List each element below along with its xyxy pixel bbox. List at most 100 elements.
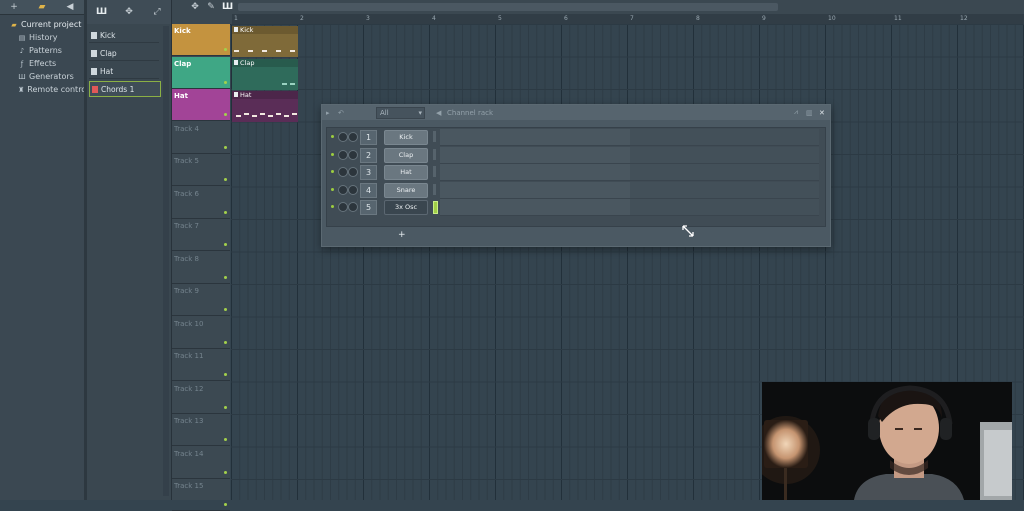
piano-icon[interactable]: Ш xyxy=(96,7,107,17)
channel-button[interactable]: Snare xyxy=(384,182,428,198)
step-sequencer[interactable] xyxy=(440,146,819,164)
track-mute-led[interactable] xyxy=(224,275,227,279)
track-mute-led[interactable] xyxy=(224,308,227,311)
track-mute-led[interactable] xyxy=(224,113,227,116)
horizontal-scrollbar[interactable] xyxy=(238,3,778,11)
undo-icon[interactable]: ↶ xyxy=(338,109,344,117)
plus-icon[interactable]: + xyxy=(9,2,19,12)
track-header[interactable]: Hat xyxy=(172,89,230,121)
track-mute-led[interactable] xyxy=(224,178,227,181)
track-header[interactable]: Track 8 xyxy=(172,252,230,284)
track-header[interactable]: Clap xyxy=(172,56,230,89)
volume-knob[interactable] xyxy=(348,132,358,142)
track-mute-led[interactable] xyxy=(224,373,227,376)
pan-knob[interactable] xyxy=(338,184,348,195)
move-icon[interactable]: ✥ xyxy=(124,7,134,17)
track-mute-led[interactable] xyxy=(224,145,227,149)
volume-knob[interactable] xyxy=(348,167,358,177)
mixer-track-number[interactable]: 4 xyxy=(360,182,377,198)
browser-item-remote-control[interactable]: ♜ Remote control xyxy=(0,83,88,96)
pattern-clip[interactable]: Hat xyxy=(232,91,298,122)
mixer-track-number[interactable]: 1 xyxy=(360,130,377,145)
pattern-clip[interactable]: Kick xyxy=(232,26,298,57)
channel-select-bar[interactable] xyxy=(433,201,438,214)
channel-select-bar[interactable] xyxy=(433,148,436,160)
graph-icon[interactable]: ⩘ xyxy=(794,108,798,117)
browser-item-patterns[interactable]: ♪ Patterns xyxy=(0,44,84,57)
filter-select[interactable]: All ▾ xyxy=(376,107,425,119)
mouse-cursor xyxy=(682,225,694,237)
channel-select-bar[interactable] xyxy=(433,183,436,195)
track-header[interactable]: Track 7 xyxy=(172,219,230,251)
track-mute-led[interactable] xyxy=(224,243,227,246)
volume-knob[interactable] xyxy=(348,184,358,195)
channel-button[interactable]: Kick xyxy=(384,130,428,145)
speaker-icon[interactable]: ◀ xyxy=(65,2,75,12)
volume-knob[interactable] xyxy=(348,202,358,212)
track-mute-led[interactable] xyxy=(224,503,227,506)
mixer-track-number[interactable]: 5 xyxy=(360,200,377,215)
browser-item-effects[interactable]: ƒ Effects xyxy=(0,57,84,70)
channel-select-bar[interactable] xyxy=(433,131,436,142)
channel-mute-led[interactable] xyxy=(331,187,334,191)
track-mute-led[interactable] xyxy=(224,405,227,409)
pan-knob[interactable] xyxy=(338,167,348,177)
bars-icon[interactable]: ▥ xyxy=(806,109,813,117)
pencil-icon[interactable]: ✎ xyxy=(206,2,216,12)
arrows-icon[interactable]: ✥ xyxy=(190,2,200,12)
step-sequencer[interactable] xyxy=(440,199,819,216)
pattern-item[interactable]: Clap xyxy=(89,46,159,61)
timeline[interactable]: 1 2 3 4 5 6 7 8 9 10 11 12 xyxy=(232,14,1024,24)
close-icon[interactable]: ✕ xyxy=(819,109,825,117)
mixer-track-number[interactable]: 2 xyxy=(360,147,377,163)
track-header[interactable]: Track 10 xyxy=(172,317,230,349)
track-mute-led[interactable] xyxy=(224,470,227,474)
add-channel-button[interactable]: + xyxy=(398,230,406,240)
track-header[interactable]: Kick xyxy=(172,24,230,56)
channel-rack-titlebar[interactable]: ▸ ↶ All ▾ ◀ Channel rack ⩘ ▥ ✕ xyxy=(322,105,830,120)
piano-icon[interactable]: Ш xyxy=(222,2,233,12)
pattern-item[interactable]: Hat xyxy=(89,64,159,79)
channel-mute-led[interactable] xyxy=(331,170,334,173)
track-mute-led[interactable] xyxy=(224,48,227,51)
channel-button[interactable]: 3x Osc xyxy=(384,200,428,215)
track-header[interactable]: Track 4 xyxy=(172,122,230,154)
track-header[interactable]: Track 6 xyxy=(172,187,230,219)
mixer-track-number[interactable]: 3 xyxy=(360,165,377,180)
step-sequencer[interactable] xyxy=(440,129,819,146)
pan-knob[interactable] xyxy=(338,202,348,212)
pattern-item[interactable]: Kick xyxy=(89,28,159,43)
channel-select-bar[interactable] xyxy=(433,166,436,177)
volume-knob[interactable] xyxy=(348,149,358,160)
picker-scrollbar[interactable] xyxy=(163,26,169,496)
step-sequencer[interactable] xyxy=(440,164,819,181)
track-header[interactable]: Track 12 xyxy=(172,382,230,414)
browser-item-history[interactable]: ▤ History xyxy=(0,31,84,44)
track-mute-led[interactable] xyxy=(224,340,227,344)
channel-button[interactable]: Clap xyxy=(384,147,428,163)
browser-item-generators[interactable]: Ш Generators xyxy=(0,70,84,83)
menu-arrow-icon[interactable]: ▸ xyxy=(326,109,330,117)
track-mute-led[interactable] xyxy=(224,80,227,84)
folder-icon[interactable]: ▰ xyxy=(37,2,47,12)
pattern-clip[interactable]: Clap xyxy=(232,58,298,90)
track-header[interactable]: Track 15 xyxy=(172,479,230,511)
channel-mute-led[interactable] xyxy=(331,135,334,138)
step-sequencer[interactable] xyxy=(440,181,819,199)
pattern-item[interactable]: Chords 1 xyxy=(89,81,161,97)
track-header[interactable]: Track 11 xyxy=(172,349,230,381)
browser-item-label: Effects xyxy=(29,59,57,68)
track-header[interactable]: Track 13 xyxy=(172,414,230,446)
resize-icon[interactable]: ⤢ xyxy=(152,7,162,17)
browser-item-current-project[interactable]: ▰ Current project xyxy=(0,18,84,31)
pan-knob[interactable] xyxy=(338,149,348,160)
track-header[interactable]: Track 14 xyxy=(172,447,230,479)
track-mute-led[interactable] xyxy=(224,210,227,214)
pan-knob[interactable] xyxy=(338,132,348,142)
track-header[interactable]: Track 5 xyxy=(172,154,230,186)
track-mute-led[interactable] xyxy=(224,438,227,441)
channel-mute-led[interactable] xyxy=(331,152,334,156)
track-header[interactable]: Track 9 xyxy=(172,284,230,316)
channel-mute-led[interactable] xyxy=(331,205,334,208)
channel-button[interactable]: Hat xyxy=(384,165,428,180)
